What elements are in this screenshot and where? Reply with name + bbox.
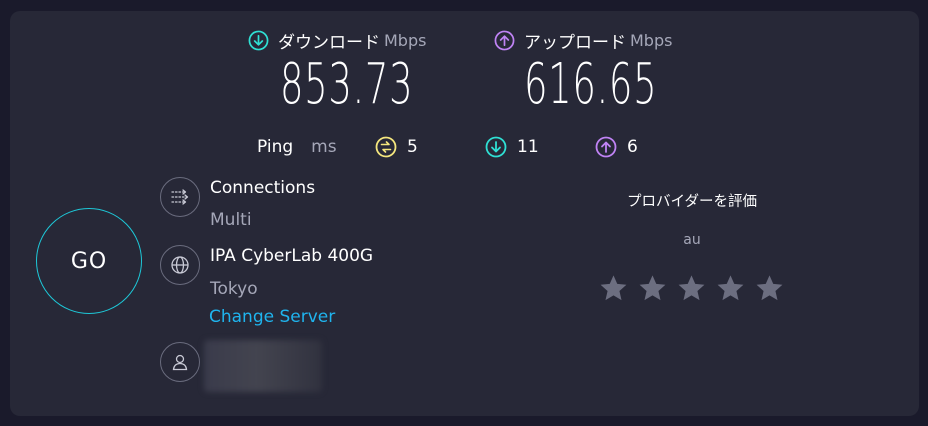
connections-icon (160, 177, 200, 217)
upload-header: アップロード Mbps (494, 28, 673, 53)
ping-download-value: 11 (517, 137, 539, 157)
ping-upload: 6 (595, 134, 638, 160)
ping-label: Ping (257, 137, 294, 157)
ping-download: 11 (485, 134, 539, 160)
ping-unit: ms (311, 137, 337, 157)
go-button[interactable]: GO (36, 208, 142, 314)
results-panel (10, 11, 919, 416)
arrow-up-circle-icon (595, 136, 617, 158)
star-1-icon[interactable] (598, 273, 629, 304)
ping-idle-value: 5 (407, 137, 418, 157)
upload-speed-value: 616.65 (524, 52, 658, 117)
ping-idle: 5 (375, 134, 418, 160)
upload-label: アップロード (524, 32, 626, 53)
star-3-icon[interactable] (676, 273, 707, 304)
user-icon (160, 342, 200, 382)
rate-provider-title: プロバイダーを評価 (627, 194, 757, 210)
connections-value: Multi (210, 210, 252, 230)
download-label: ダウンロード (278, 32, 380, 53)
download-header: ダウンロード Mbps (248, 28, 427, 53)
arrow-down-circle-icon (485, 136, 507, 158)
globe-icon (160, 245, 200, 285)
star-rating (598, 273, 785, 304)
star-4-icon[interactable] (715, 273, 746, 304)
idle-latency-icon (375, 136, 397, 158)
change-server-link[interactable]: Change Server (209, 307, 335, 327)
download-speed-value: 853.73 (280, 52, 414, 117)
ping-upload-value: 6 (627, 137, 638, 157)
server-name: IPA CyberLab 400G (210, 246, 374, 266)
isp-name: au (683, 232, 701, 248)
connections-title: Connections (210, 178, 316, 198)
arrow-up-circle-icon (494, 30, 515, 50)
server-location: Tokyo (210, 279, 258, 299)
star-2-icon[interactable] (637, 273, 668, 304)
star-5-icon[interactable] (754, 273, 785, 304)
user-info-blurred (204, 340, 322, 392)
download-unit: Mbps (384, 30, 427, 50)
upload-unit: Mbps (630, 30, 673, 50)
arrow-down-circle-icon (248, 30, 269, 50)
ping-header: Ping ms (257, 134, 337, 160)
